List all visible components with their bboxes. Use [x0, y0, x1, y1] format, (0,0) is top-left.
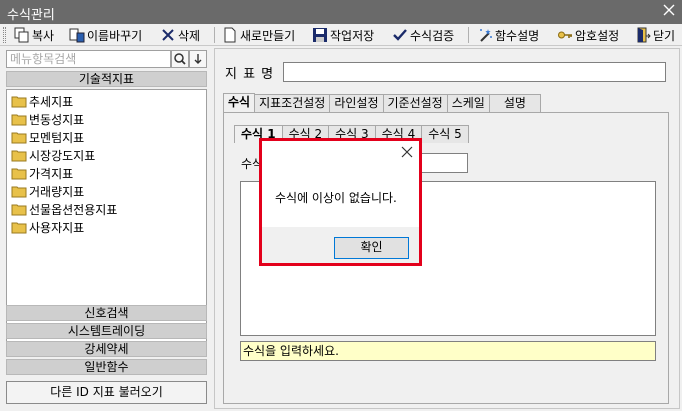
new-document-icon [222, 27, 238, 43]
tree-item-label: 추세지표 [29, 95, 74, 109]
tree-item-label: 변동성지표 [29, 113, 85, 127]
delete-button[interactable]: 삭제 [160, 25, 200, 45]
new-label: 새로만들기 [240, 28, 296, 43]
toolbar-separator [468, 27, 469, 43]
tab-condition-settings[interactable]: 지표조건설정 [254, 94, 331, 113]
tab-scale[interactable]: 스케일 [446, 94, 490, 113]
verify-button[interactable]: 수식검증 [392, 25, 454, 45]
rename-button[interactable]: 이름바꾸기 [69, 25, 142, 45]
arrow-down-icon [194, 54, 202, 64]
dialog-body: 수식에 이상이 없습니다. [262, 141, 419, 227]
menu-search-input[interactable]: 메뉴항목검색 [6, 50, 171, 68]
search-icon [174, 53, 186, 65]
ok-button[interactable]: 확인 [334, 237, 409, 259]
save-label: 작업저장 [330, 28, 375, 43]
password-button[interactable]: 암호설정 [557, 25, 619, 45]
tree-item[interactable]: 가격지표 [11, 165, 73, 182]
section-signal-search[interactable]: 신호검색 [6, 305, 207, 321]
close-icon[interactable] [662, 3, 676, 17]
function-help-label: 함수설명 [495, 28, 540, 43]
delete-label: 삭제 [178, 28, 201, 43]
load-other-id-button[interactable]: 다른 ID 지표 불러오기 [6, 381, 207, 404]
tab-formula[interactable]: 수식 [223, 93, 256, 113]
verify-label: 수식검증 [410, 28, 455, 43]
copy-label: 복사 [32, 28, 55, 43]
folder-icon [11, 203, 27, 216]
folder-icon [11, 149, 27, 162]
password-label: 암호설정 [575, 28, 620, 43]
tree-item[interactable]: 추세지표 [11, 93, 73, 110]
search-button[interactable] [171, 50, 189, 68]
close-icon[interactable] [401, 146, 413, 158]
tab-line-settings[interactable]: 라인설정 [329, 94, 384, 113]
tree-item[interactable]: 변동성지표 [11, 111, 84, 128]
tree-item[interactable]: 시장강도지표 [11, 147, 95, 164]
save-button[interactable]: 작업저장 [312, 25, 374, 45]
search-down-button[interactable] [189, 50, 207, 68]
key-icon [557, 27, 573, 43]
left-panel: 메뉴항목검색 기술적지표 추세지표 변동성지표 모멘텀지표 시장강도지표 가격지… [2, 48, 210, 409]
copy-button[interactable]: 복사 [14, 25, 54, 45]
exit-label: 닫기 [653, 28, 676, 43]
formula-hint: 수식을 입력하세요. [240, 341, 656, 361]
toolbar-separator [214, 27, 215, 43]
magic-wand-icon [477, 27, 493, 43]
toolbar-grip[interactable] [3, 27, 6, 43]
tab-baseline-settings[interactable]: 기준선설정 [382, 94, 448, 113]
folder-icon [11, 185, 27, 198]
tree-item-label: 거래량지표 [29, 185, 85, 199]
section-system-trading[interactable]: 시스템트레이딩 [6, 323, 207, 339]
tab-description[interactable]: 설명 [488, 94, 541, 113]
checkmark-icon [392, 27, 408, 43]
tree-item-label: 사용자지표 [29, 221, 85, 235]
function-help-button[interactable]: 함수설명 [477, 25, 539, 45]
tree-item[interactable]: 사용자지표 [11, 219, 84, 236]
tree-item-label: 모멘텀지표 [29, 131, 85, 145]
section-bull-bear[interactable]: 강세약세 [6, 341, 207, 357]
folder-icon [11, 131, 27, 144]
folder-icon [11, 95, 27, 108]
copy-icon [14, 27, 30, 43]
toolbar: 복사 이름바꾸기 삭제 새로만들기 작업저장 수식검증 함수설명 암호설정 닫기 [0, 24, 682, 46]
folder-icon [11, 221, 27, 234]
window-titlebar: 수식관리 [0, 0, 682, 24]
section-general-functions[interactable]: 일반함수 [6, 359, 207, 375]
save-icon [312, 27, 328, 43]
message-dialog: 수식에 이상이 없습니다. 확인 [259, 138, 422, 266]
tree-item[interactable]: 선물옵션전용지표 [11, 201, 117, 218]
dialog-message: 수식에 이상이 없습니다. [275, 191, 397, 205]
folder-icon [11, 167, 27, 180]
new-button[interactable]: 새로만들기 [222, 25, 295, 45]
rename-label: 이름바꾸기 [87, 28, 143, 43]
main-tabs: 수식 지표조건설정 라인설정 기준선설정 스케일 설명 [223, 93, 541, 113]
tree-item-label: 가격지표 [29, 167, 74, 181]
tree-item-label: 선물옵션전용지표 [29, 203, 118, 217]
tree-item-label: 시장강도지표 [29, 149, 96, 163]
rename-icon [69, 27, 85, 43]
window-title: 수식관리 [7, 8, 55, 23]
tree-item[interactable]: 모멘텀지표 [11, 129, 84, 146]
tab-formula-5[interactable]: 수식 5 [421, 125, 469, 143]
category-header-technical[interactable]: 기술적지표 [6, 71, 207, 87]
exit-door-icon [635, 27, 651, 43]
delete-icon [160, 27, 176, 43]
indicator-name-input[interactable] [283, 62, 666, 82]
exit-button[interactable]: 닫기 [635, 25, 675, 45]
tree-item[interactable]: 거래량지표 [11, 183, 84, 200]
indicator-name-label: 지 표 명 [225, 67, 275, 82]
folder-icon [11, 113, 27, 126]
